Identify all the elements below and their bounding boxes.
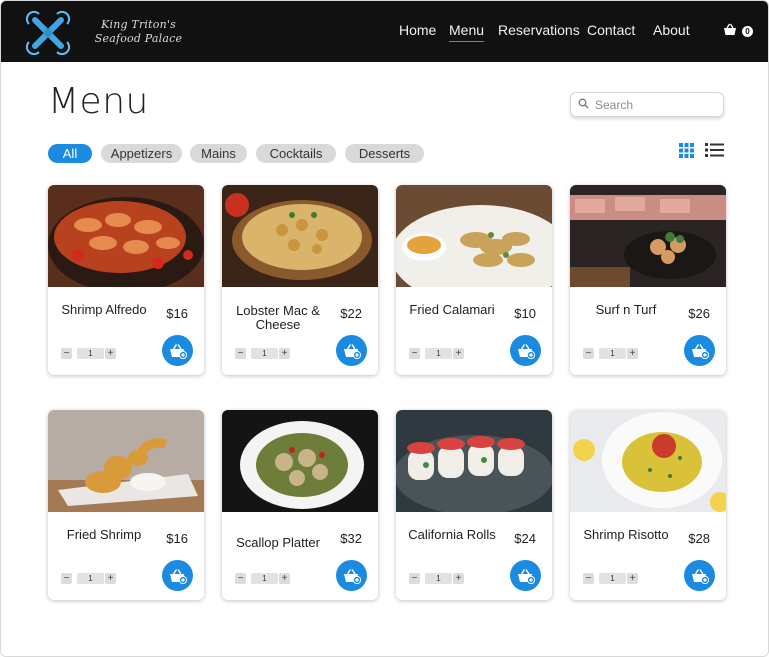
increment-button[interactable]: + <box>279 573 290 584</box>
quantity-value[interactable]: 1 <box>251 348 278 359</box>
cart-button[interactable]: 0 <box>723 23 753 41</box>
food-photo-shrimp-risotto <box>570 410 726 512</box>
item-name: Fried Shrimp <box>66 527 142 542</box>
menu-card: Lobster Mac & Cheese $22 − 1 + <box>222 185 378 375</box>
decrement-button[interactable]: − <box>583 573 594 584</box>
item-price: $28 <box>688 531 710 546</box>
add-to-basket-button[interactable] <box>510 560 541 591</box>
filter-cocktails[interactable]: Cocktails <box>256 144 336 163</box>
increment-button[interactable]: + <box>105 348 116 359</box>
increment-button[interactable]: + <box>105 573 116 584</box>
increment-button[interactable]: + <box>453 573 464 584</box>
food-photo-scallop-platter <box>222 410 378 512</box>
food-photo-shrimp-alfredo <box>48 185 204 287</box>
increment-button[interactable]: + <box>453 348 464 359</box>
decrement-button[interactable]: − <box>409 348 420 359</box>
nav-reservations[interactable]: Reservations <box>498 22 580 38</box>
quantity-value[interactable]: 1 <box>599 573 626 584</box>
cart-count-badge: 0 <box>742 26 753 37</box>
add-to-basket-button[interactable] <box>162 560 193 591</box>
brand-line-2: Seafood Palace <box>94 32 183 45</box>
search-input[interactable] <box>593 95 721 115</box>
quantity-value[interactable]: 1 <box>425 573 452 584</box>
search-icon <box>578 98 589 109</box>
food-photo-fried-shrimp <box>48 410 204 512</box>
item-price: $16 <box>166 531 188 546</box>
item-name: Scallop Platter <box>236 535 320 550</box>
add-to-basket-icon <box>170 569 187 584</box>
nav-contact[interactable]: Contact <box>587 22 635 38</box>
list-view-icon[interactable] <box>705 142 724 158</box>
top-navbar: King Triton's Seafood Palace Home Menu R… <box>1 1 768 62</box>
item-name: Surf n Turf <box>595 302 657 317</box>
add-to-basket-button[interactable] <box>684 335 715 366</box>
shopping-basket-icon <box>724 23 736 35</box>
app-window: King Triton's Seafood Palace Home Menu R… <box>0 0 769 657</box>
decrement-button[interactable]: − <box>235 348 246 359</box>
menu-card: Surf n Turf $26 − 1 + <box>570 185 726 375</box>
brand-line-1: King Triton's <box>101 18 176 31</box>
add-to-basket-button[interactable] <box>162 335 193 366</box>
food-photo-surf-n-turf <box>570 185 726 287</box>
quantity-value[interactable]: 1 <box>425 348 452 359</box>
food-photo-lobster-mac <box>222 185 378 287</box>
add-to-basket-button[interactable] <box>336 335 367 366</box>
increment-button[interactable]: + <box>279 348 290 359</box>
food-photo-fried-calamari <box>396 185 552 287</box>
item-price: $32 <box>340 531 362 546</box>
page-title: Menu <box>48 81 149 122</box>
filter-all[interactable]: All <box>48 144 92 163</box>
item-price: $16 <box>166 306 188 321</box>
menu-card: Shrimp Alfredo $16 − 1 + <box>48 185 204 375</box>
add-to-basket-icon <box>692 569 709 584</box>
nav-about[interactable]: About <box>653 22 690 38</box>
nav-home[interactable]: Home <box>399 22 436 38</box>
menu-card: Scallop Platter $32 − 1 + <box>222 410 378 600</box>
quantity-value[interactable]: 1 <box>77 348 104 359</box>
quantity-value[interactable]: 1 <box>599 348 626 359</box>
add-to-basket-icon <box>518 344 535 359</box>
menu-card: Shrimp Risotto $28 − 1 + <box>570 410 726 600</box>
item-price: $24 <box>514 531 536 546</box>
item-price: $22 <box>340 306 362 321</box>
menu-card: California Rolls $24 − 1 + <box>396 410 552 600</box>
decrement-button[interactable]: − <box>409 573 420 584</box>
trident-x-logo-icon[interactable] <box>25 10 71 56</box>
filter-mains[interactable]: Mains <box>190 144 247 163</box>
increment-button[interactable]: + <box>627 348 638 359</box>
item-name: California Rolls <box>408 527 496 542</box>
item-name: Shrimp Alfredo <box>61 302 147 317</box>
nav-menu[interactable]: Menu <box>449 22 485 42</box>
increment-button[interactable]: + <box>627 573 638 584</box>
item-name: Shrimp Risotto <box>583 527 669 542</box>
item-price: $26 <box>688 306 710 321</box>
add-to-basket-icon <box>692 344 709 359</box>
grid-view-icon[interactable] <box>679 143 694 158</box>
item-name: Lobster Mac & Cheese <box>236 303 320 332</box>
quantity-value[interactable]: 1 <box>77 573 104 584</box>
add-to-basket-button[interactable] <box>510 335 541 366</box>
menu-card: Fried Calamari $10 − 1 + <box>396 185 552 375</box>
add-to-basket-button[interactable] <box>684 560 715 591</box>
add-to-basket-icon <box>344 344 361 359</box>
quantity-value[interactable]: 1 <box>251 573 278 584</box>
item-price: $10 <box>514 306 536 321</box>
brand-name[interactable]: King Triton's Seafood Palace <box>91 18 186 46</box>
add-to-basket-button[interactable] <box>336 560 367 591</box>
filter-desserts[interactable]: Desserts <box>345 144 424 163</box>
decrement-button[interactable]: − <box>61 348 72 359</box>
decrement-button[interactable]: − <box>583 348 594 359</box>
menu-card: Fried Shrimp $16 − 1 + <box>48 410 204 600</box>
search-box[interactable] <box>570 92 724 117</box>
decrement-button[interactable]: − <box>61 573 72 584</box>
add-to-basket-icon <box>344 569 361 584</box>
item-name: Fried Calamari <box>409 302 495 317</box>
food-photo-california-rolls <box>396 410 552 512</box>
add-to-basket-icon <box>170 344 187 359</box>
filter-appetizers[interactable]: Appetizers <box>101 144 182 163</box>
decrement-button[interactable]: − <box>235 573 246 584</box>
add-to-basket-icon <box>518 569 535 584</box>
